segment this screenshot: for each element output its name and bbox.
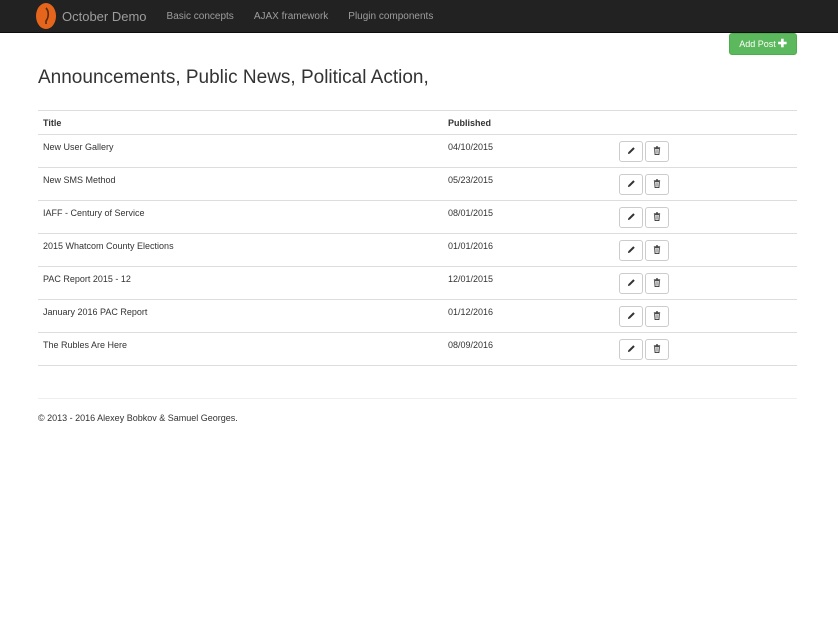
- delete-button[interactable]: [645, 240, 669, 261]
- pencil-icon: [627, 245, 636, 256]
- column-header-actions: [619, 110, 797, 135]
- edit-button[interactable]: [619, 174, 643, 195]
- posts-table: Title Published New User Gallery 04/10/20…: [38, 110, 797, 366]
- trash-icon: [653, 311, 661, 322]
- pencil-icon: [627, 179, 636, 190]
- post-title: January 2016 PAC Report: [38, 299, 443, 333]
- delete-button[interactable]: [645, 273, 669, 294]
- edit-button[interactable]: [619, 240, 643, 261]
- table-row: IAFF - Century of Service 08/01/2015: [38, 200, 797, 234]
- post-published-date: 01/12/2016: [443, 299, 619, 333]
- edit-button[interactable]: [619, 141, 643, 162]
- add-post-label: Add Post: [739, 39, 776, 49]
- post-title: The Rubles Are Here: [38, 332, 443, 366]
- pencil-icon: [627, 344, 636, 355]
- nav-link-basic-concepts[interactable]: Basic concepts: [167, 11, 234, 22]
- table-row: January 2016 PAC Report 01/12/2016: [38, 299, 797, 333]
- delete-button[interactable]: [645, 141, 669, 162]
- edit-button[interactable]: [619, 273, 643, 294]
- delete-button[interactable]: [645, 306, 669, 327]
- delete-button[interactable]: [645, 339, 669, 360]
- post-published-date: 08/09/2016: [443, 332, 619, 366]
- table-row: New User Gallery 04/10/2015: [38, 134, 797, 168]
- top-navbar: October Demo Basic concepts AJAX framewo…: [0, 0, 838, 33]
- pencil-icon: [627, 311, 636, 322]
- add-post-button[interactable]: Add Post ✚: [729, 33, 797, 55]
- brand-link[interactable]: October Demo: [36, 3, 147, 29]
- row-actions: [619, 332, 797, 366]
- trash-icon: [653, 245, 661, 256]
- pencil-icon: [627, 212, 636, 223]
- trash-icon: [653, 146, 661, 157]
- edit-button[interactable]: [619, 339, 643, 360]
- row-actions: [619, 299, 797, 333]
- main-nav: Basic concepts AJAX framework Plugin com…: [167, 11, 454, 22]
- trash-icon: [653, 212, 661, 223]
- nav-link-plugin-components[interactable]: Plugin components: [348, 11, 433, 22]
- table-row: New SMS Method 05/23/2015: [38, 167, 797, 201]
- row-actions: [619, 200, 797, 234]
- table-row: 2015 Whatcom County Elections 01/01/2016: [38, 233, 797, 267]
- row-actions: [619, 266, 797, 300]
- post-published-date: 12/01/2015: [443, 266, 619, 300]
- delete-button[interactable]: [645, 174, 669, 195]
- post-published-date: 05/23/2015: [443, 167, 619, 201]
- edit-button[interactable]: [619, 207, 643, 228]
- post-title: 2015 Whatcom County Elections: [38, 233, 443, 267]
- pencil-icon: [627, 278, 636, 289]
- row-actions: [619, 134, 797, 168]
- edit-button[interactable]: [619, 306, 643, 327]
- row-actions: [619, 233, 797, 267]
- pencil-icon: [627, 146, 636, 157]
- delete-button[interactable]: [645, 207, 669, 228]
- table-header-row: Title Published: [38, 110, 797, 135]
- column-header-published: Published: [443, 110, 619, 135]
- post-published-date: 08/01/2015: [443, 200, 619, 234]
- row-actions: [619, 167, 797, 201]
- trash-icon: [653, 278, 661, 289]
- post-title: PAC Report 2015 - 12: [38, 266, 443, 300]
- table-row: The Rubles Are Here 08/09/2016: [38, 332, 797, 366]
- nav-link-ajax-framework[interactable]: AJAX framework: [254, 11, 328, 22]
- post-title: New SMS Method: [38, 167, 443, 201]
- table-row: PAC Report 2015 - 12 12/01/2015: [38, 266, 797, 300]
- column-header-title: Title: [38, 110, 443, 135]
- main-container: Add Post ✚ Announcements, Public News, P…: [38, 33, 797, 423]
- page-title: Announcements, Public News, Political Ac…: [38, 67, 429, 88]
- brand-name: October Demo: [62, 8, 147, 24]
- post-published-date: 01/01/2016: [443, 233, 619, 267]
- trash-icon: [653, 179, 661, 190]
- footer-copyright: © 2013 - 2016 Alexey Bobkov & Samuel Geo…: [38, 413, 238, 423]
- footer-divider: [38, 398, 797, 399]
- post-title: New User Gallery: [38, 134, 443, 168]
- trash-icon: [653, 344, 661, 355]
- plus-icon: ✚: [777, 37, 787, 50]
- post-title: IAFF - Century of Service: [38, 200, 443, 234]
- october-logo-icon: [36, 3, 56, 29]
- post-published-date: 04/10/2015: [443, 134, 619, 168]
